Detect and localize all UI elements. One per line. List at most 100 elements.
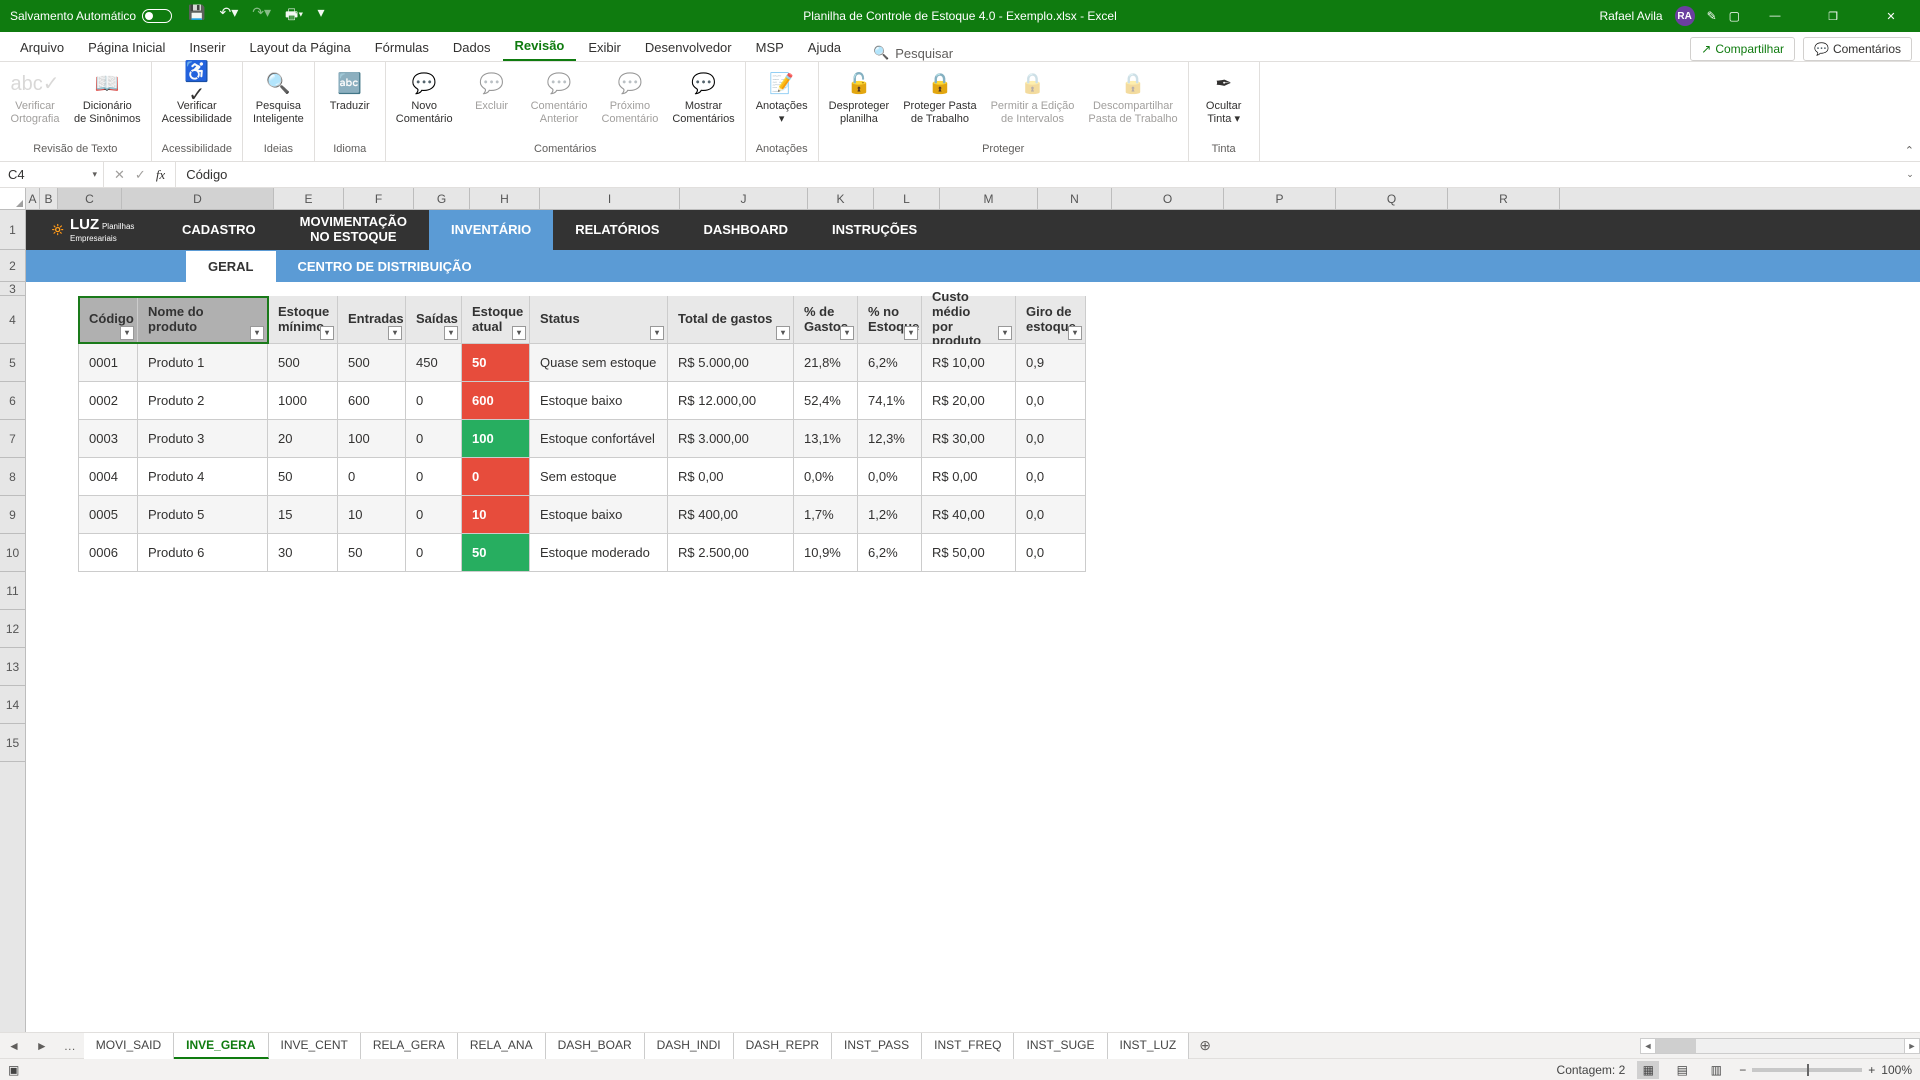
zoom-in-icon[interactable]: + <box>1868 1063 1875 1077</box>
tab-inserir[interactable]: Inserir <box>177 34 237 61</box>
tab-layout-da-p-gina[interactable]: Layout da Página <box>238 34 363 61</box>
table-row[interactable]: 0005Produto 51510010Estoque baixoR$ 400,… <box>78 496 1086 534</box>
sheet-tab-movi_said[interactable]: MOVI_SAID <box>84 1033 174 1059</box>
qat-more-icon[interactable]: ▾ <box>317 4 324 28</box>
filter-icon[interactable]: ▾ <box>650 326 664 340</box>
sheet-tab-inve_gera[interactable]: INVE_GERA <box>174 1033 268 1059</box>
cell-pe[interactable]: 0,0% <box>858 458 922 496</box>
cell-pg[interactable]: 10,9% <box>794 534 858 572</box>
col-header-L[interactable]: L <box>874 188 940 209</box>
cell-name[interactable]: Produto 3 <box>138 420 268 458</box>
filter-icon[interactable]: ▾ <box>1068 326 1082 340</box>
col-header-K[interactable]: K <box>808 188 874 209</box>
cell-code[interactable]: 0006 <box>78 534 138 572</box>
save-icon[interactable]: 💾 <box>188 4 205 28</box>
filter-icon[interactable]: ▾ <box>998 326 1012 340</box>
cell-gastos[interactable]: R$ 5.000,00 <box>668 344 794 382</box>
sheet-tab-inst_suge[interactable]: INST_SUGE <box>1014 1033 1107 1059</box>
col-header-B[interactable]: B <box>40 188 58 209</box>
scroll-thumb[interactable] <box>1656 1039 1696 1053</box>
cell-pe[interactable]: 74,1% <box>858 382 922 420</box>
cell-status[interactable]: Sem estoque <box>530 458 668 496</box>
scroll-left-icon[interactable]: ◄ <box>1640 1038 1656 1054</box>
nav-relatórios[interactable]: RELATÓRIOS <box>553 210 681 250</box>
col-header-I[interactable]: I <box>540 188 680 209</box>
tab-scroll-right-icon[interactable]: ► <box>28 1039 56 1053</box>
cell-in[interactable]: 600 <box>338 382 406 420</box>
col-header-N[interactable]: N <box>1038 188 1112 209</box>
cell-out[interactable]: 0 <box>406 458 462 496</box>
cell-pg[interactable]: 13,1% <box>794 420 858 458</box>
ribbon-proteger-pasta[interactable]: 🔒Proteger Pasta de Trabalho <box>903 70 976 125</box>
cell-name[interactable]: Produto 6 <box>138 534 268 572</box>
cell-code[interactable]: 0002 <box>78 382 138 420</box>
cell-giro[interactable]: 0,0 <box>1016 534 1086 572</box>
row-header-14[interactable]: 14 <box>0 686 25 724</box>
sheet-area[interactable]: 🔆LUZ Planilhas Empresariais CADASTROMOVI… <box>26 210 1920 1032</box>
row-header-5[interactable]: 5 <box>0 344 25 382</box>
tab-arquivo[interactable]: Arquivo <box>8 34 76 61</box>
cell-gastos[interactable]: R$ 400,00 <box>668 496 794 534</box>
cell-pe[interactable]: 1,2% <box>858 496 922 534</box>
row-header-8[interactable]: 8 <box>0 458 25 496</box>
filter-icon[interactable]: ▾ <box>512 326 526 340</box>
row-header-2[interactable]: 2 <box>0 250 25 282</box>
nav-cadastro[interactable]: CADASTRO <box>160 210 278 250</box>
cell-pe[interactable]: 6,2% <box>858 344 922 382</box>
ribbon-anota-es[interactable]: 📝Anotações ▾ <box>756 70 808 125</box>
tab-ajuda[interactable]: Ajuda <box>796 34 853 61</box>
zoom-out-icon[interactable]: − <box>1739 1063 1746 1077</box>
row-header-13[interactable]: 13 <box>0 648 25 686</box>
cell-cur[interactable]: 0 <box>462 458 530 496</box>
ribbon-display-icon[interactable]: ▢ <box>1729 9 1740 23</box>
cell-out[interactable]: 0 <box>406 382 462 420</box>
col-header-D[interactable]: D <box>122 188 274 209</box>
col-header-O[interactable]: O <box>1112 188 1224 209</box>
filter-icon[interactable]: ▾ <box>444 326 458 340</box>
nav-instruções[interactable]: INSTRUÇÕES <box>810 210 939 250</box>
col-header-C[interactable]: C <box>58 188 122 209</box>
horizontal-scrollbar[interactable]: ◄ ► <box>1640 1038 1920 1054</box>
name-box[interactable]: C4 <box>0 162 104 187</box>
sheet-tab-inve_cent[interactable]: INVE_CENT <box>269 1033 361 1059</box>
sheet-tab-dash_boar[interactable]: DASH_BOAR <box>546 1033 645 1059</box>
cell-out[interactable]: 0 <box>406 496 462 534</box>
row-header-3[interactable]: 3 <box>0 282 25 296</box>
cell-gastos[interactable]: R$ 12.000,00 <box>668 382 794 420</box>
comments-button[interactable]: 💬Comentários <box>1803 37 1912 61</box>
cancel-formula-icon[interactable]: ✕ <box>114 167 125 183</box>
sheet-tab-inst_luz[interactable]: INST_LUZ <box>1108 1033 1190 1059</box>
sheet-tab-dash_repr[interactable]: DASH_REPR <box>734 1033 832 1059</box>
ribbon-desproteger[interactable]: 🔓Desproteger planilha <box>829 70 890 125</box>
table-row[interactable]: 0003Produto 3201000100Estoque confortáve… <box>78 420 1086 458</box>
cell-in[interactable]: 10 <box>338 496 406 534</box>
cell-cur[interactable]: 100 <box>462 420 530 458</box>
macro-record-icon[interactable]: ▣ <box>8 1063 19 1077</box>
fx-icon[interactable]: fx <box>156 167 165 183</box>
cell-in[interactable]: 500 <box>338 344 406 382</box>
row-header-9[interactable]: 9 <box>0 496 25 534</box>
cell-name[interactable]: Produto 5 <box>138 496 268 534</box>
col-header-custo[interactable]: Custo médio por produto▾ <box>922 296 1016 344</box>
cell-pg[interactable]: 21,8% <box>794 344 858 382</box>
cell-min[interactable]: 1000 <box>268 382 338 420</box>
cell-status[interactable]: Estoque baixo <box>530 496 668 534</box>
col-header-A[interactable]: A <box>26 188 40 209</box>
col-header-H[interactable]: H <box>470 188 540 209</box>
cell-pg[interactable]: 1,7% <box>794 496 858 534</box>
cell-pg[interactable]: 0,0% <box>794 458 858 496</box>
minimize-button[interactable]: — <box>1752 0 1798 32</box>
subtab-centro-de-distribui-o[interactable]: CENTRO DE DISTRIBUIÇÃO <box>276 251 494 282</box>
user-name[interactable]: Rafael Avila <box>1599 9 1662 23</box>
cell-pe[interactable]: 12,3% <box>858 420 922 458</box>
tab-f-rmulas[interactable]: Fórmulas <box>363 34 441 61</box>
cell-custo[interactable]: R$ 30,00 <box>922 420 1016 458</box>
ribbon-mostrar[interactable]: 💬Mostrar Comentários <box>672 70 734 125</box>
cell-status[interactable]: Estoque confortável <box>530 420 668 458</box>
close-button[interactable]: ✕ <box>1868 0 1914 32</box>
filter-icon[interactable]: ▾ <box>120 326 134 340</box>
col-header-name[interactable]: Nome do produto▾ <box>138 296 268 344</box>
filter-icon[interactable]: ▾ <box>904 326 918 340</box>
table-row[interactable]: 0004Produto 450000Sem estoqueR$ 0,000,0%… <box>78 458 1086 496</box>
tab-msp[interactable]: MSP <box>744 34 796 61</box>
